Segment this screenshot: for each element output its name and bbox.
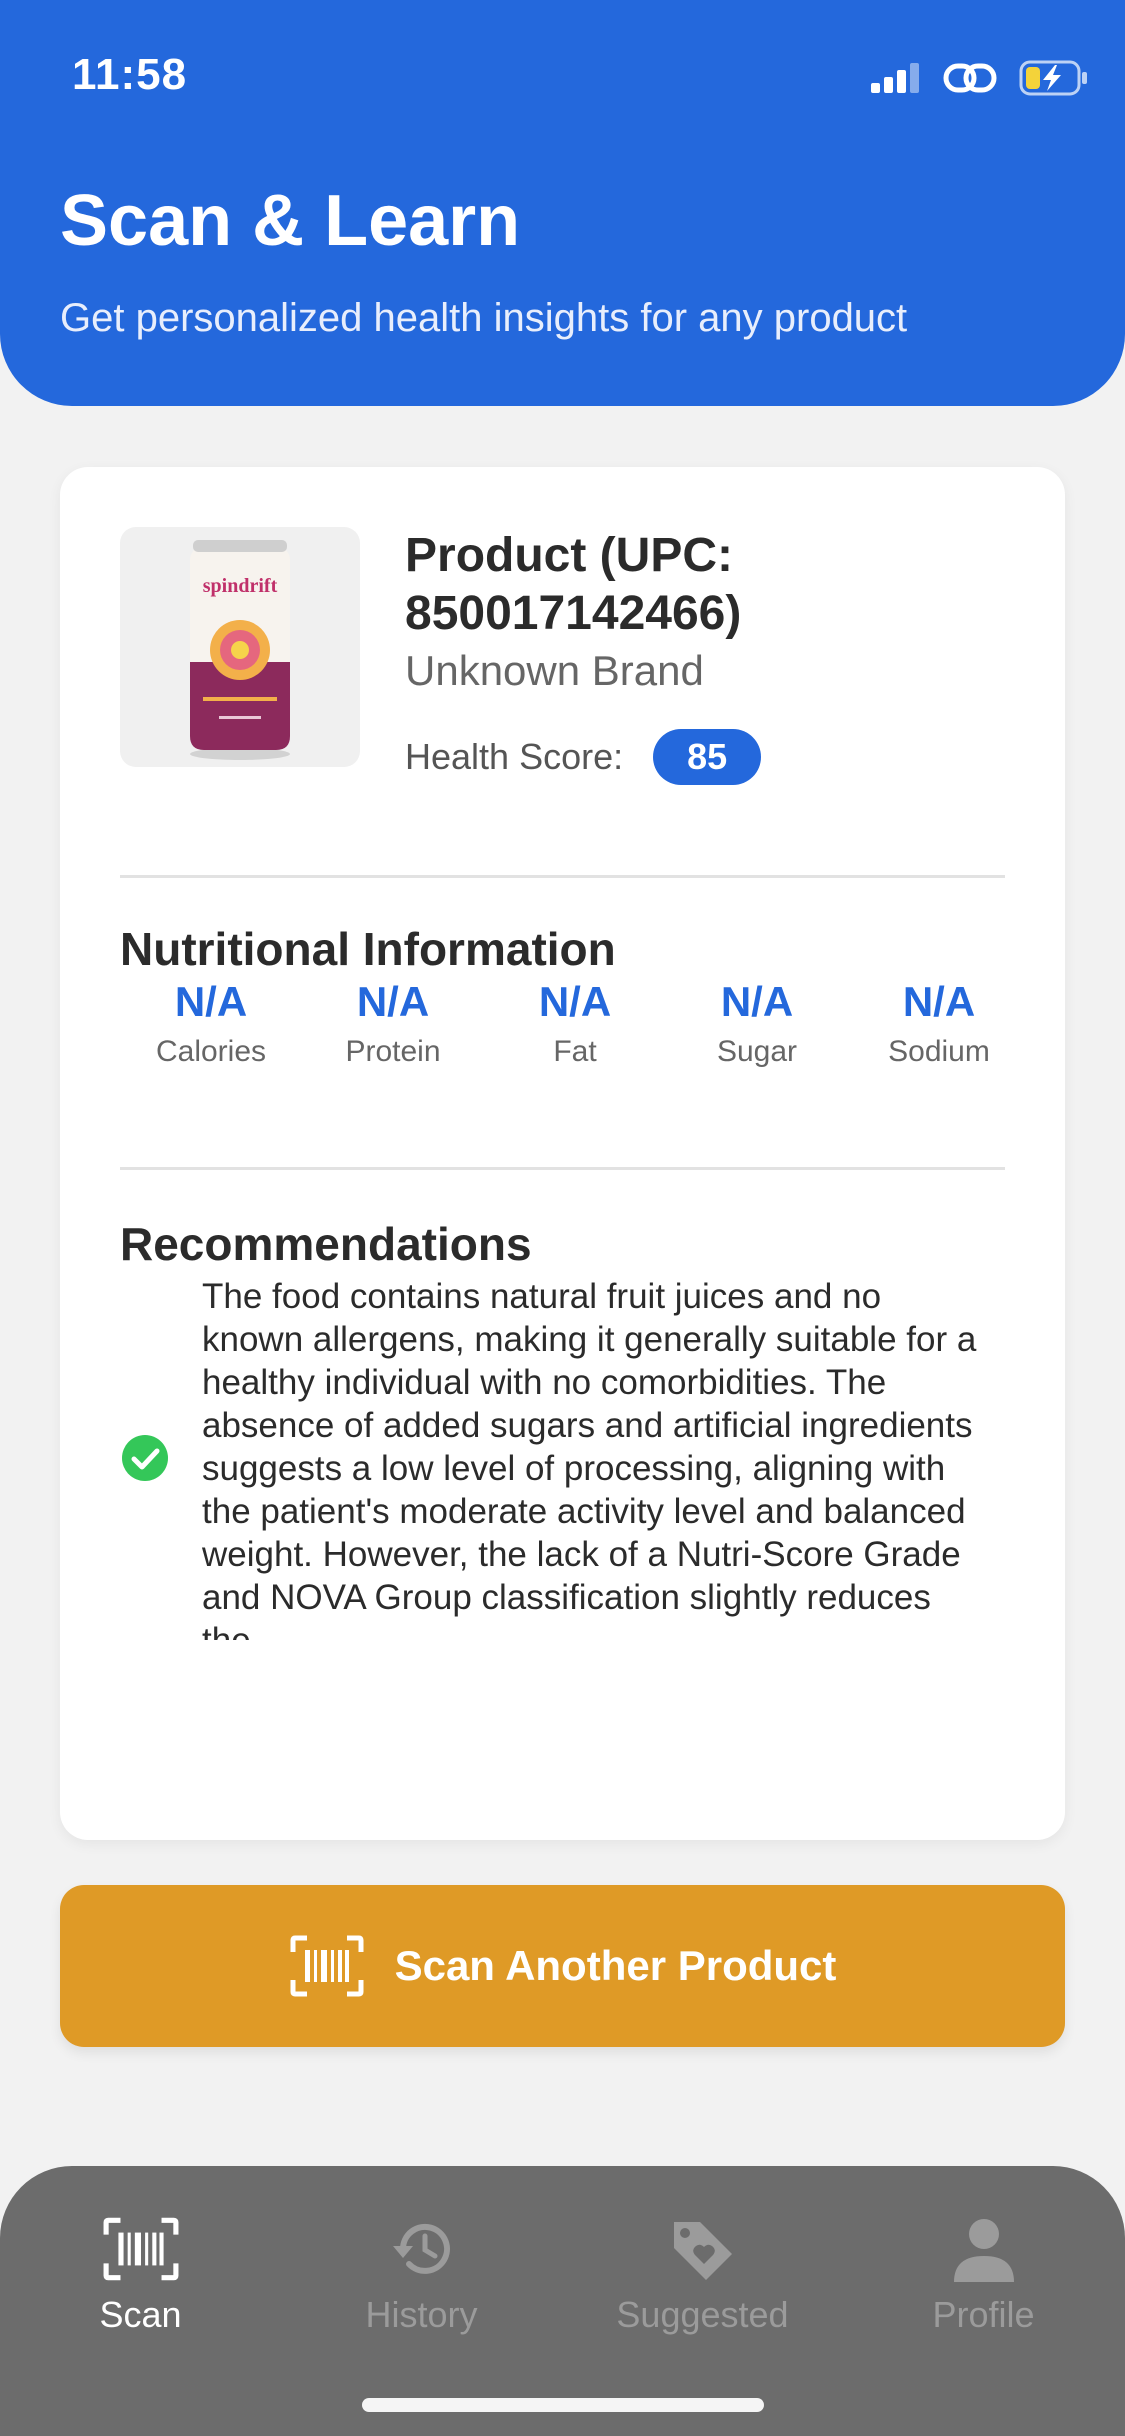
nutrition-title: Nutritional Information <box>120 923 616 975</box>
nutrition-label: Calories <box>155 1035 267 1068</box>
status-icons <box>871 60 1089 96</box>
person-icon <box>953 2219 1014 2282</box>
battery-charging-icon <box>1019 60 1087 96</box>
tab-label: History <box>365 2294 478 2335</box>
barcode-scan-icon <box>290 1935 364 1997</box>
tab-label: Profile <box>932 2294 1035 2335</box>
nutrition-label: Sugar <box>716 1035 798 1068</box>
link-icon <box>943 63 997 93</box>
product-image: spindrift <box>120 527 360 767</box>
nutrition-grid: N/A Calories N/A Protein N/A Fat N/A Sug… <box>120 977 1030 1069</box>
nutrition-value: N/A <box>902 978 976 1025</box>
history-icon <box>392 2223 450 2274</box>
header: 11:58 Scan & Learn Get personalized heal… <box>0 0 1125 406</box>
scan-button-label: Scan Another Product <box>394 1942 837 1989</box>
nutrition-value: N/A <box>356 978 430 1025</box>
recommendations-title: Recommendations <box>120 1218 532 1270</box>
nutrition-label: Fat <box>553 1035 597 1068</box>
barcode-scan-icon <box>103 2217 178 2281</box>
page-title: Scan & Learn <box>60 181 521 261</box>
tab-profile[interactable]: Profile <box>843 2216 1124 2336</box>
recommendation-text: The food contains natural fruit juices a… <box>202 1277 977 1640</box>
tab-scan[interactable]: Scan <box>0 2216 281 2336</box>
nutrition-item-fat: N/A Fat <box>484 977 666 1069</box>
tab-suggested[interactable]: Suggested <box>562 2216 843 2336</box>
scan-another-product-button[interactable]: Scan Another Product <box>60 1885 1065 2047</box>
recommendation-item: The food contains natural fruit juices a… <box>120 1275 1065 1640</box>
divider <box>120 875 1005 878</box>
divider <box>120 1167 1005 1170</box>
nutrition-label: Protein <box>345 1035 441 1068</box>
nutrition-item-sodium: N/A Sodium <box>848 977 1030 1069</box>
tab-history[interactable]: History <box>281 2216 562 2336</box>
product-card: spindrift Product (UPC: 850017142466) Un… <box>60 467 1065 1840</box>
product-name: Product (UPC: 850017142466) <box>405 529 742 640</box>
tab-label: Scan <box>99 2294 182 2335</box>
health-score-row: Health Score: 85 <box>405 729 762 785</box>
nutrition-item-calories: N/A Calories <box>120 977 302 1069</box>
nutrition-item-protein: N/A Protein <box>302 977 484 1069</box>
home-indicator <box>362 2398 764 2412</box>
nutrition-value: N/A <box>538 978 612 1025</box>
check-circle-icon <box>122 1434 168 1481</box>
page-subtitle: Get personalized health insights for any… <box>60 296 908 340</box>
health-score-label: Health Score: <box>405 736 624 777</box>
tab-label: Suggested <box>616 2294 789 2335</box>
status-time: 11:58 <box>72 50 188 99</box>
tag-heart-icon <box>673 2222 732 2280</box>
signal-icon <box>871 63 919 93</box>
health-score-badge: 85 <box>653 729 762 785</box>
sparkling-water-can-image: spindrift <box>190 540 290 760</box>
nutrition-label: Sodium <box>888 1035 990 1068</box>
nutrition-value: N/A <box>174 978 248 1025</box>
nutrition-value: N/A <box>720 978 794 1025</box>
nutrition-item-sugar: N/A Sugar <box>666 977 848 1069</box>
tab-bar: Scan History Suggested Profile <box>0 2166 1125 2436</box>
product-brand: Unknown Brand <box>405 647 704 694</box>
svg-text:spindrift: spindrift <box>203 575 278 597</box>
